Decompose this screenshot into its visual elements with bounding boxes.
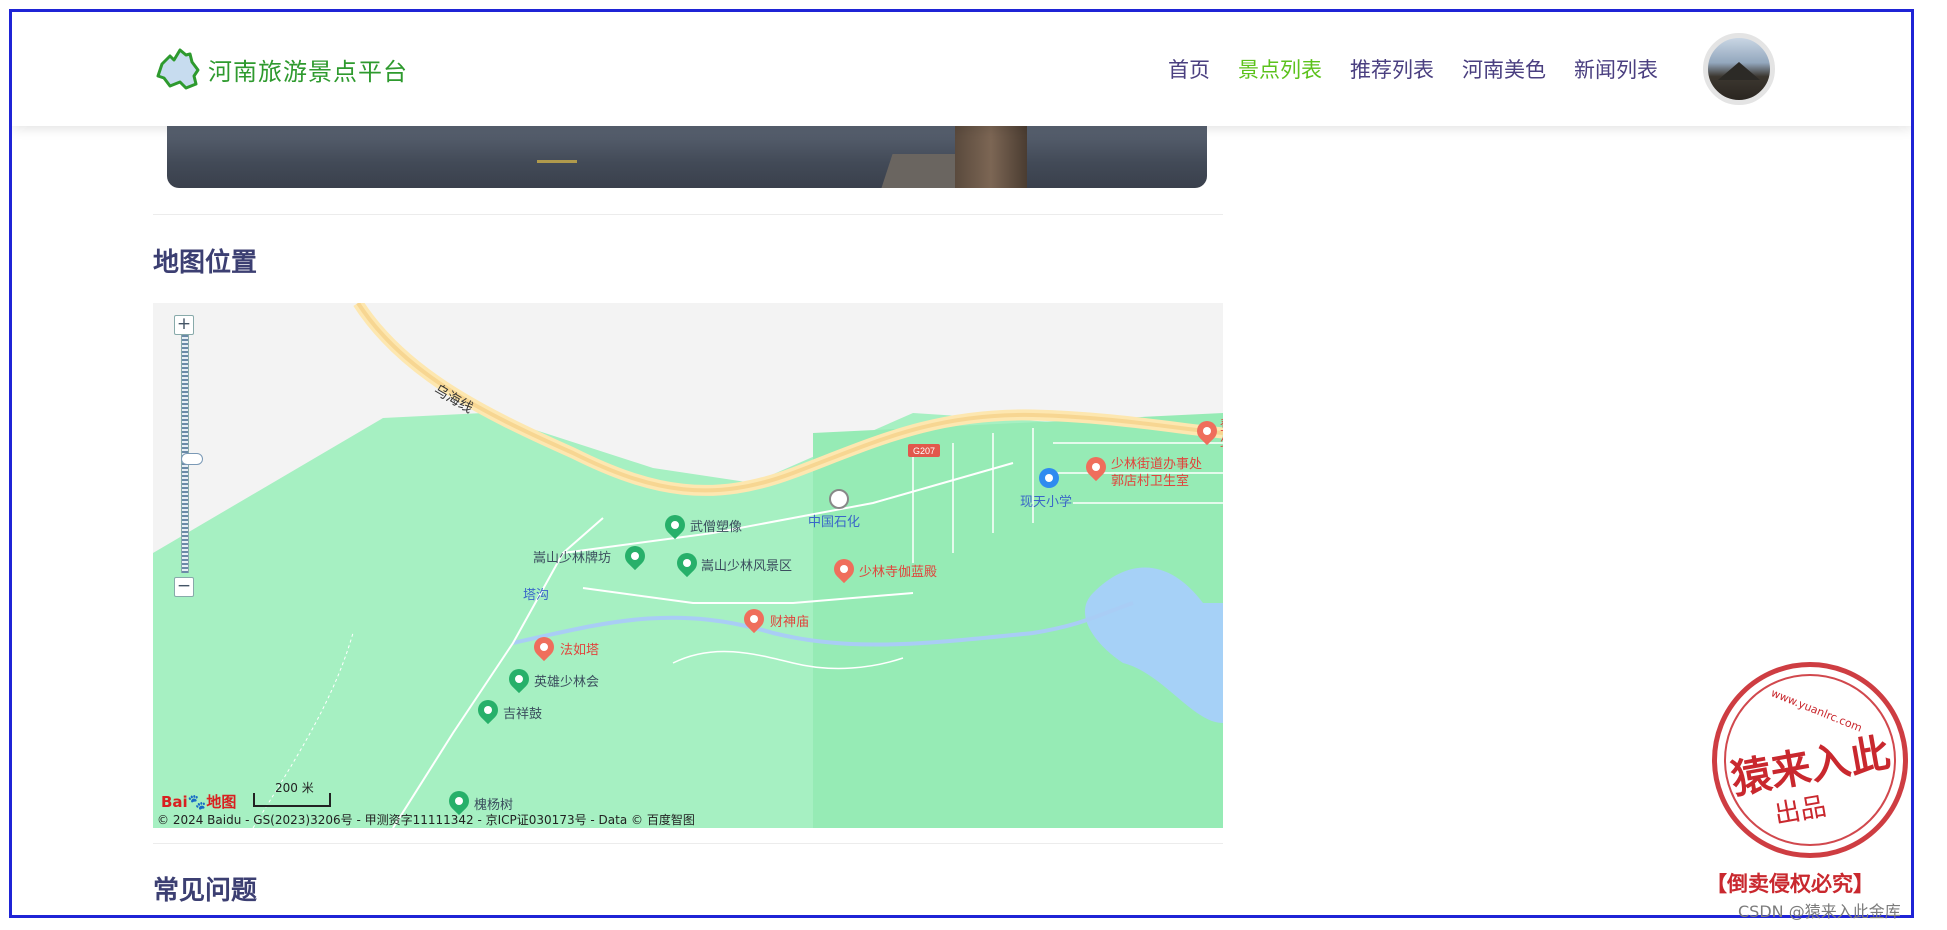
map-zoom-control: + − xyxy=(174,315,203,605)
poi-label-shao[interactable]: 少 xyxy=(1220,431,1223,450)
poi-label-xiantian[interactable]: 现天小学 xyxy=(1020,491,1072,510)
baidu-logo-text-a: Bai xyxy=(161,793,188,811)
browser-frame: 河南旅游景点平台 首页 景点列表 推荐列表 河南美色 新闻列表 地图位置 G20… xyxy=(9,9,1914,918)
section-divider xyxy=(153,214,1223,215)
main-nav: 首页 景点列表 推荐列表 河南美色 新闻列表 xyxy=(1168,54,1686,84)
poi-label-zhongshihua[interactable]: 中国石化 xyxy=(808,511,860,530)
csdn-watermark: CSDN @猿来入此金库 xyxy=(1738,902,1901,921)
baidu-paw-icon: 🐾 xyxy=(187,793,207,811)
copyright-stamp: www.yuanlrc.com 猿来入此 出品 xyxy=(1712,662,1911,862)
poi-label-caishen[interactable]: 财神庙 xyxy=(770,611,809,630)
stamp-banner: 【倒卖侵权必究】 xyxy=(1706,871,1874,896)
nav-attractions[interactable]: 景点列表 xyxy=(1238,54,1322,84)
faq-section-title: 常见问题 xyxy=(153,876,258,906)
user-avatar[interactable] xyxy=(1703,33,1775,105)
poi-label-yingxiong[interactable]: 英雄少林会 xyxy=(534,671,599,690)
zoom-in-button[interactable]: + xyxy=(174,315,194,335)
baidu-logo-text-b: 地图 xyxy=(206,793,237,811)
map-copyright: © 2024 Baidu - GS(2023)3206号 - 甲测资字11111… xyxy=(157,813,695,827)
zoom-out-button[interactable]: − xyxy=(174,577,194,597)
nav-home[interactable]: 首页 xyxy=(1168,54,1210,84)
road-badge-text: G207 xyxy=(913,446,935,456)
poi-label-fengjing[interactable]: 嵩山少林风景区 xyxy=(701,555,792,574)
henan-map-icon xyxy=(156,48,200,90)
zoom-slider-track[interactable] xyxy=(181,335,203,573)
poi-label-jixiang[interactable]: 吉祥鼓 xyxy=(503,703,542,722)
poi-label-qielan[interactable]: 少林寺伽蓝殿 xyxy=(859,561,937,580)
baidu-map[interactable]: G207 乌海线 武僧塑像 嵩山少林牌坊 嵩山少林风景区 少林寺伽蓝殿 中国石化… xyxy=(153,303,1223,828)
poi-label-faru[interactable]: 法如塔 xyxy=(560,639,599,658)
poi-label-wuseng[interactable]: 武僧塑像 xyxy=(690,516,742,535)
site-header: 河南旅游景点平台 首页 景点列表 推荐列表 河南美色 新闻列表 xyxy=(12,12,1911,126)
site-logo-text: 河南旅游景点平台 xyxy=(208,57,408,86)
nav-food[interactable]: 河南美色 xyxy=(1462,54,1546,84)
avatar-image xyxy=(1718,62,1760,80)
nav-news[interactable]: 新闻列表 xyxy=(1574,54,1658,84)
poi-label-paifang[interactable]: 嵩山少林牌坊 xyxy=(533,547,611,566)
baidu-map-logo[interactable]: Bai🐾地图 xyxy=(161,791,236,812)
section-divider xyxy=(153,843,1223,844)
nav-recommend[interactable]: 推荐列表 xyxy=(1350,54,1434,84)
site-logo[interactable]: 河南旅游景点平台 xyxy=(156,46,408,92)
zoom-slider-handle[interactable] xyxy=(181,453,203,465)
poi-label-weisheng[interactable]: 郭店村卫生室 xyxy=(1111,470,1189,489)
photo-tree-trunk xyxy=(955,126,1027,188)
attraction-photo xyxy=(167,126,1207,188)
photo-road-mark xyxy=(537,160,577,163)
map-scale-bar xyxy=(253,793,331,807)
place-label-tagou: 塔沟 xyxy=(523,588,550,603)
map-section-title: 地图位置 xyxy=(153,248,258,278)
